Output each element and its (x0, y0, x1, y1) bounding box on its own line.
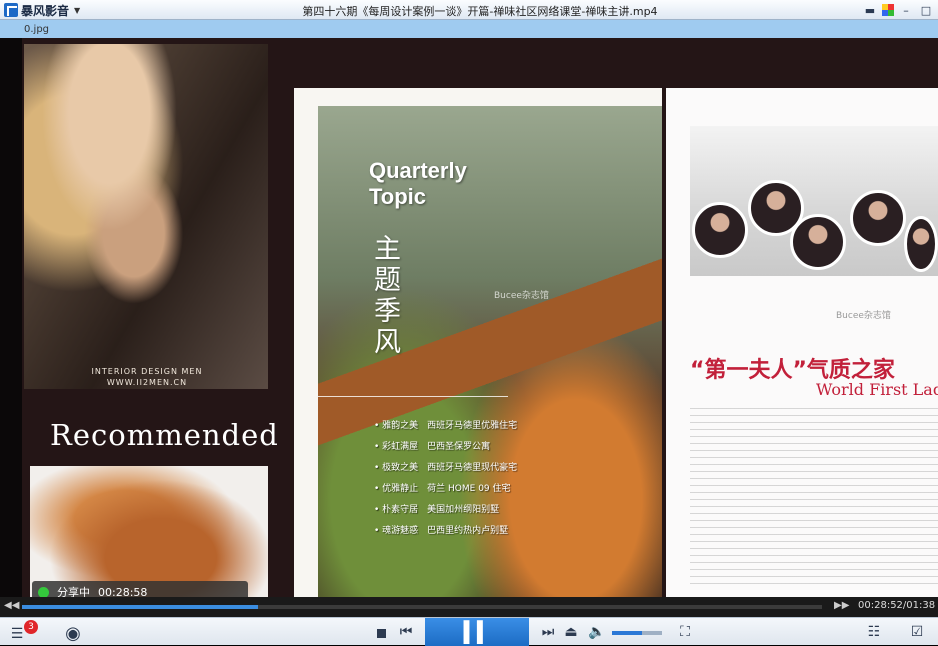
seek-back-icon[interactable]: ◀◀ (4, 600, 19, 611)
toolbox-icon: ☑ (910, 624, 924, 640)
notification-badge: 3 (24, 620, 38, 634)
eject-icon: ⏏ (564, 624, 578, 640)
page2-brand: Bucee杂志馆 (836, 311, 891, 321)
video-frame: INTERIOR DESIGN MEN WWW.II2MEN.CN Recomm… (22, 38, 938, 597)
next-icon: ⏭ (541, 624, 555, 640)
topic-item: 雅韵之美 西班牙马德里优雅住宅 (374, 416, 517, 437)
embedded-filename: 0.jpg (24, 24, 50, 35)
app-menu[interactable]: 暴风影音 ▼ (4, 2, 80, 18)
stop-button[interactable] (374, 626, 388, 640)
ad-photo-hair (30, 466, 268, 597)
skin-icon[interactable] (882, 4, 894, 16)
ad-photo-woman (24, 44, 268, 389)
progress-track[interactable] (22, 605, 822, 609)
magazine-page-topic: Quarterly Topic 主题季风 Bucee杂志馆 雅韵之美 西班牙马德… (294, 88, 662, 597)
portrait-circle (790, 214, 846, 270)
topic-item: 极致之美 西班牙马德里现代豪宅 (374, 458, 517, 479)
playlist-button[interactable]: ☷ (864, 624, 884, 640)
eye-icon: ◉ (65, 622, 81, 644)
recommended-heading: Recommended (50, 418, 279, 452)
time-display: 00:28:52/01:38 (858, 600, 936, 611)
pause-button[interactable]: ▍▍ (425, 618, 529, 646)
speaker-icon: 🔈 (588, 624, 606, 640)
share-label: 分享中 (57, 586, 90, 597)
share-time: 00:28:58 (98, 585, 148, 598)
share-status-dot (38, 586, 49, 597)
toolbox-button[interactable]: ☑ (906, 623, 928, 641)
quarterly-topic-title: Quarterly Topic (369, 158, 467, 210)
topic-item: 优雅静止 荷兰 HOME 09 住宅 (374, 479, 517, 500)
ad-caption-line1: INTERIOR DESIGN MEN (91, 367, 203, 376)
topic-item: 彩虹满屋 巴西圣保罗公寓 (374, 437, 517, 458)
portrait-circle (692, 202, 748, 258)
page2-title-en: World First Lady St (816, 380, 938, 399)
seek-bar: ◀◀ ▶▶ 00:28:52/01:38 (0, 597, 938, 617)
topic-list: 雅韵之美 西班牙马德里优雅住宅 彩虹满屋 巴西圣保罗公寓 极致之美 西班牙马德里… (374, 416, 517, 542)
fullscreen-button[interactable]: ⛶ (676, 624, 694, 640)
chevron-down-icon: ▼ (74, 5, 81, 15)
maximize-icon[interactable]: □ (918, 2, 934, 18)
app-name: 暴风影音 (21, 3, 70, 18)
previous-button[interactable]: ⏮ (398, 624, 414, 640)
page2-body-text (690, 408, 938, 588)
page2-photo (690, 126, 938, 276)
topic-item: 朴素守居 美国加州纲阳别墅 (374, 500, 517, 521)
magazine-page-first-lady: Bucee杂志馆 “第一夫人”气质之家 World First Lady St (666, 88, 938, 597)
video-area[interactable]: 0.jpg INTERIOR DESIGN MEN WWW.II2MEN.CN … (0, 20, 938, 597)
mute-button[interactable]: 🔈 (588, 624, 606, 640)
ad-caption: INTERIOR DESIGN MEN WWW.II2MEN.CN (62, 366, 232, 388)
title-topic: Topic (369, 184, 427, 209)
chat-icon[interactable]: ▬ (862, 2, 878, 18)
volume-slider[interactable] (612, 631, 662, 635)
next-button[interactable]: ⏭ (540, 624, 556, 640)
ad-caption-line2: WWW.II2MEN.CN (106, 378, 188, 387)
title-quarterly: Quarterly (369, 158, 467, 183)
pause-icon: ▍▍ (463, 620, 493, 644)
video-top-strip: 0.jpg (0, 20, 938, 38)
topic-item: 魂游魅惑 巴西里约热内卢别墅 (374, 521, 517, 542)
app-logo-icon (4, 3, 18, 17)
chinese-topic-title: 主题季风 (374, 234, 401, 358)
portrait-circle (850, 190, 906, 246)
volume-fill (612, 631, 642, 635)
playlist-icon: ☷ (867, 624, 881, 640)
progress-fill (22, 605, 258, 609)
topic-divider (318, 396, 508, 397)
previous-icon: ⏮ (399, 624, 413, 640)
page-brand: Bucee杂志馆 (494, 291, 549, 301)
minimize-icon[interactable]: – (898, 2, 914, 18)
title-bar: 暴风影音 ▼ 第四十六期《每周设计案例一谈》开篇-禅味社区网络课堂-禅味主讲.m… (0, 0, 938, 20)
library-icon: ☰ (10, 626, 24, 642)
open-file-button[interactable]: ⏏ (563, 624, 579, 640)
window-title: 第四十六期《每周设计案例一谈》开篇-禅味社区网络课堂-禅味主讲.mp4 (302, 5, 658, 18)
control-bar: ☰ 3 ◉ ⏮ ▍▍ ⏭ ⏏ 🔈 ⛶ ☷ ☑ (0, 617, 938, 646)
share-status[interactable]: 分享中 00:28:58 (32, 581, 248, 597)
fullscreen-icon: ⛶ (680, 624, 690, 640)
portrait-circle (904, 216, 938, 272)
eye-mode-button[interactable]: ◉ (54, 622, 92, 644)
seek-forward-icon[interactable]: ▶▶ (834, 600, 849, 611)
